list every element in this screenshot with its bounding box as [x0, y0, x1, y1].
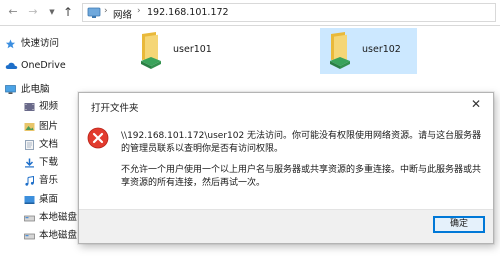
breadcrumb-host[interactable]: 192.168.101.172 [147, 7, 229, 18]
breadcrumb-separator-icon[interactable]: › [137, 6, 141, 16]
recent-locations-chevron-icon[interactable]: ▼ [45, 5, 59, 19]
navigation-bar: ← → ▼ ↑ › 网络 › 192.168.101.172 [0, 0, 500, 26]
dialog-title: 打开文件夹 [91, 103, 139, 114]
share-tile-user101[interactable]: user101 [131, 28, 251, 74]
address-bar[interactable]: › 网络 › 192.168.101.172 [82, 3, 496, 22]
forward-arrow-icon[interactable]: → [26, 5, 40, 19]
error-detail: 不允许一个用户使用一个以上用户名与服务器或共享资源的多重连接。中断与此服务器或共… [121, 165, 482, 188]
back-arrow-icon[interactable]: ← [6, 5, 20, 19]
video-folder-icon [24, 103, 35, 111]
desktop-folder-icon [24, 196, 35, 204]
star-icon [5, 39, 16, 49]
music-folder-icon [25, 176, 34, 186]
breadcrumb-separator-icon[interactable]: › [104, 6, 108, 16]
downloads-folder-icon [25, 158, 34, 168]
error-dialog: 打开文件夹 ✕ \\192.168.101.172\user102 无法访问。你… [78, 92, 494, 244]
close-icon[interactable]: ✕ [469, 97, 483, 111]
drive-icon [24, 233, 35, 240]
documents-folder-icon [25, 140, 34, 150]
breadcrumb-network[interactable]: 网络 [113, 7, 132, 21]
dialog-body: \\192.168.101.172\user102 无法访问。你可能没有权限使用… [79, 113, 493, 209]
ok-button[interactable]: 确定 [433, 216, 485, 233]
share-tile-user102[interactable]: user102 [320, 28, 417, 74]
shared-folder-icon [141, 32, 161, 69]
cloud-icon [5, 62, 18, 69]
shared-folder-icon [330, 32, 350, 69]
dialog-footer: 确定 [79, 209, 493, 243]
drive-icon [24, 215, 35, 222]
pictures-folder-icon [24, 123, 35, 131]
error-message: \\192.168.101.172\user102 无法访问。你可能没有权限使用… [121, 131, 482, 154]
computer-icon [5, 85, 16, 94]
navigation-pane: 快速访问 OneDrive 此电脑 视频 图片 文档 下载 音乐 桌面 本地磁盘… [0, 27, 85, 262]
network-icon [87, 7, 101, 18]
error-icon [87, 127, 109, 149]
up-arrow-icon[interactable]: ↑ [61, 5, 75, 19]
